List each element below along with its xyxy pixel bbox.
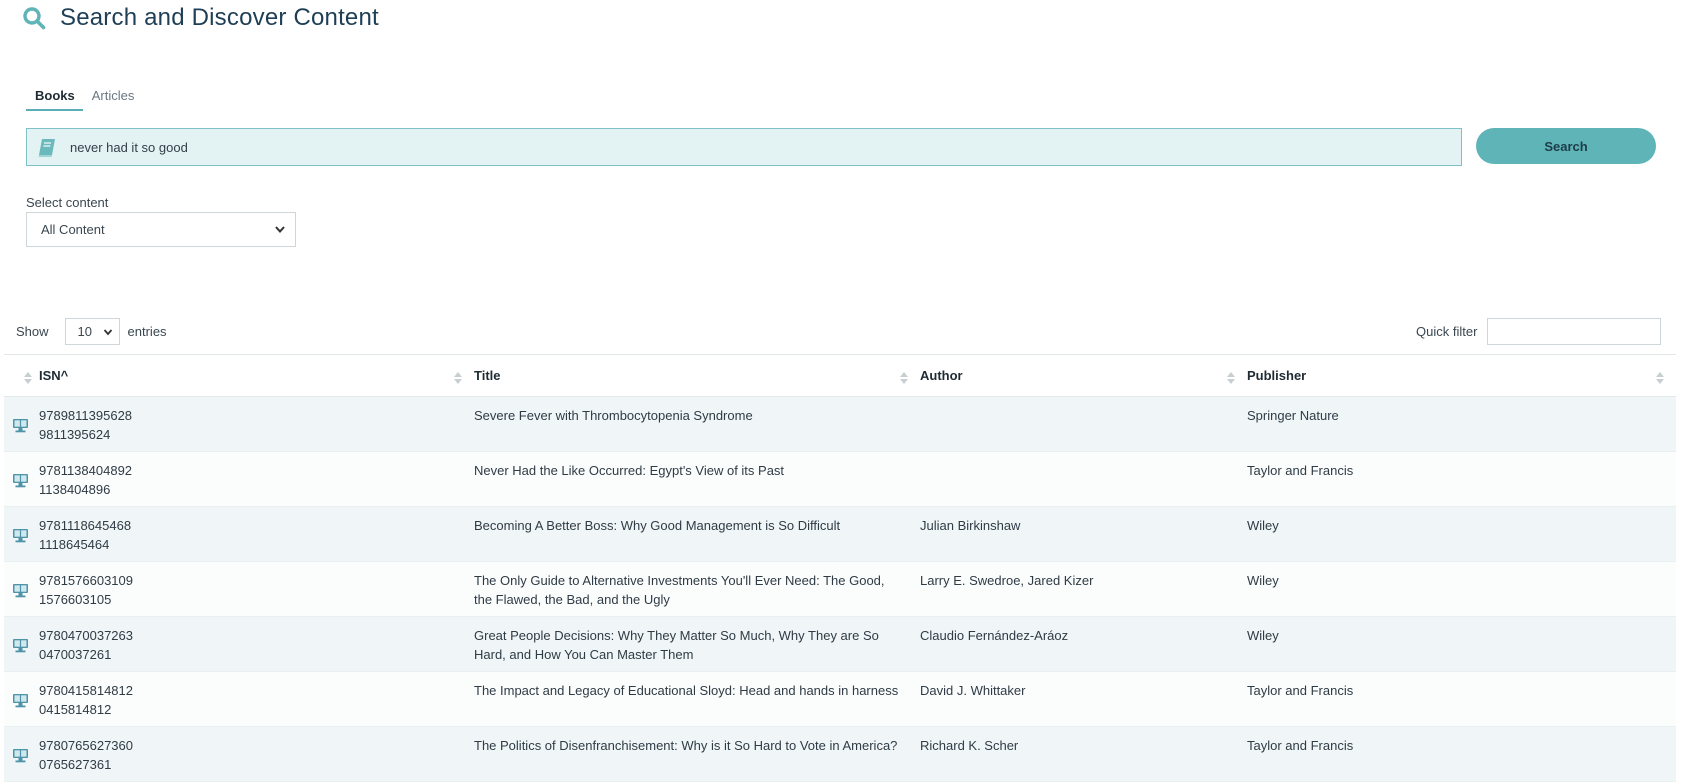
isbn-cell: 9781138404892 1138404896: [4, 452, 474, 506]
ebook-icon: [13, 529, 28, 543]
ebook-icon: [13, 474, 28, 488]
table-row[interactable]: 9780470037263 0470037261 Great People Deci…: [4, 617, 1676, 672]
isbn13: 9781118645468: [39, 518, 132, 533]
ebook-icon: [13, 419, 28, 433]
sort-icon: [1227, 372, 1235, 384]
column-header-isbn[interactable]: ISN^: [4, 355, 474, 396]
chevron-down-icon: [103, 329, 112, 336]
isbn10: 1118645464: [39, 537, 110, 552]
publisher-cell: Wiley: [1247, 573, 1279, 588]
show-label: Show: [16, 324, 49, 339]
book-icon: [38, 139, 55, 157]
table-row[interactable]: 9781576603109 1576603105 The Only Guide to…: [4, 562, 1676, 617]
sort-icon: [1656, 372, 1664, 384]
title-cell: Severe Fever with Thrombocytopenia Syndr…: [474, 408, 753, 423]
title-cell: Great People Decisions: Why They Matter …: [474, 628, 879, 662]
isbn13: 9781138404892: [39, 463, 133, 478]
author-cell: Larry E. Swedroe, Jared Kizer: [920, 573, 1094, 588]
author-cell: Julian Birkinshaw: [920, 518, 1021, 533]
isbn-cell: 9789811395628 9811395624: [4, 397, 474, 451]
ebook-icon: [13, 639, 28, 653]
content-select[interactable]: All Content: [26, 212, 296, 247]
title-cell: The Only Guide to Alternative Investment…: [474, 573, 885, 607]
isbn13: 9780415814812: [39, 683, 133, 698]
page-length-select[interactable]: 10: [64, 318, 120, 345]
page-title: Search and Discover Content: [60, 4, 379, 31]
column-header-author[interactable]: Author: [920, 355, 1247, 396]
isbn13: 9780470037263: [39, 628, 133, 643]
table-header-row: ISN^ Title Author Publisher: [4, 355, 1676, 397]
search-button[interactable]: Search: [1476, 128, 1656, 164]
table-row[interactable]: 9780415814812 0415814812 The Impact and Le…: [4, 672, 1676, 727]
table-body: 9789811395628 9811395624 Severe Fever with…: [4, 397, 1676, 782]
page-header: Search and Discover Content: [22, 4, 379, 32]
quick-filter-input[interactable]: [1487, 318, 1662, 345]
page-length-value: 10: [77, 324, 92, 339]
title-cell: Never Had the Like Occurred: Egypt's Vie…: [474, 463, 785, 478]
publisher-cell: Taylor and Francis: [1247, 463, 1354, 478]
author-cell: David J. Whittaker: [920, 683, 1026, 698]
title-cell: Becoming A Better Boss: Why Good Managem…: [474, 518, 841, 533]
author-cell: [920, 452, 1247, 506]
table-row[interactable]: 9781138404892 1138404896 Never Had the Lik…: [4, 452, 1676, 507]
isbn-cell: 9780470037263 0470037261: [4, 617, 474, 671]
publisher-cell: Springer Nature: [1247, 408, 1339, 423]
column-header-title[interactable]: Title: [474, 355, 920, 396]
search-input[interactable]: [70, 132, 1420, 162]
author-cell: Richard K. Scher: [920, 738, 1019, 753]
tab-books[interactable]: Books: [26, 86, 83, 111]
publisher-cell: Taylor and Francis: [1247, 738, 1354, 753]
isbn10: 0765627361: [39, 757, 112, 772]
content-select-value: All Content: [41, 222, 105, 237]
isbn10: 0415814812: [39, 702, 112, 717]
ebook-icon: [13, 694, 28, 708]
isbn13: 9781576603109: [39, 573, 133, 588]
table-row[interactable]: 9789811395628 9811395624 Severe Fever with…: [4, 397, 1676, 452]
title-cell: The Impact and Legacy of Educational Slo…: [474, 683, 899, 698]
column-header-publisher[interactable]: Publisher: [1247, 355, 1676, 396]
author-cell: Claudio Fernández-Aráoz: [920, 628, 1069, 643]
isbn-cell: 9780415814812 0415814812: [4, 672, 474, 726]
table-row[interactable]: 9780765627360 0765627361 The Politics of D…: [4, 727, 1676, 782]
publisher-cell: Wiley: [1247, 628, 1279, 643]
isbn10: 0470037261: [39, 647, 112, 662]
entries-label: entries: [127, 324, 167, 339]
search-box: [26, 128, 1462, 166]
ebook-icon: [13, 584, 28, 598]
publisher-cell: Taylor and Francis: [1247, 683, 1354, 698]
isbn-cell: 9781576603109 1576603105: [4, 562, 474, 616]
isbn13: 9789811395628: [39, 408, 133, 423]
isbn-cell: 9781118645468 1118645464: [4, 507, 474, 561]
table-row[interactable]: 9781118645468 1118645464 Becoming A Better…: [4, 507, 1676, 562]
tab-articles[interactable]: Articles: [83, 86, 143, 111]
publisher-cell: Wiley: [1247, 518, 1279, 533]
sort-icon: [454, 372, 462, 384]
title-cell: The Politics of Disenfranchisement: Why …: [474, 738, 898, 753]
author-cell: [920, 397, 1247, 451]
isbn10: 9811395624: [39, 427, 111, 442]
results-table: ISN^ Title Author Publisher 978981139562…: [4, 354, 1676, 782]
page: Search and Discover Content Books Articl…: [0, 0, 1692, 784]
quick-filter-label: Quick filter: [1416, 324, 1478, 339]
sort-icon: [900, 372, 908, 384]
search-icon: [23, 7, 46, 30]
chevron-down-icon: [275, 226, 285, 234]
isbn-cell: 9780765627360 0765627361: [4, 727, 474, 781]
select-content-label: Select content: [26, 195, 109, 210]
isbn10: 1576603105: [39, 592, 112, 607]
page-length-control: Show 10 entries: [16, 318, 167, 345]
tab-bar: Books Articles: [26, 86, 142, 111]
sort-icon: [24, 372, 32, 384]
quick-filter: Quick filter: [1416, 318, 1662, 345]
isbn10: 1138404896: [39, 482, 111, 497]
ebook-icon: [13, 749, 28, 763]
isbn13: 9780765627360: [39, 738, 133, 753]
